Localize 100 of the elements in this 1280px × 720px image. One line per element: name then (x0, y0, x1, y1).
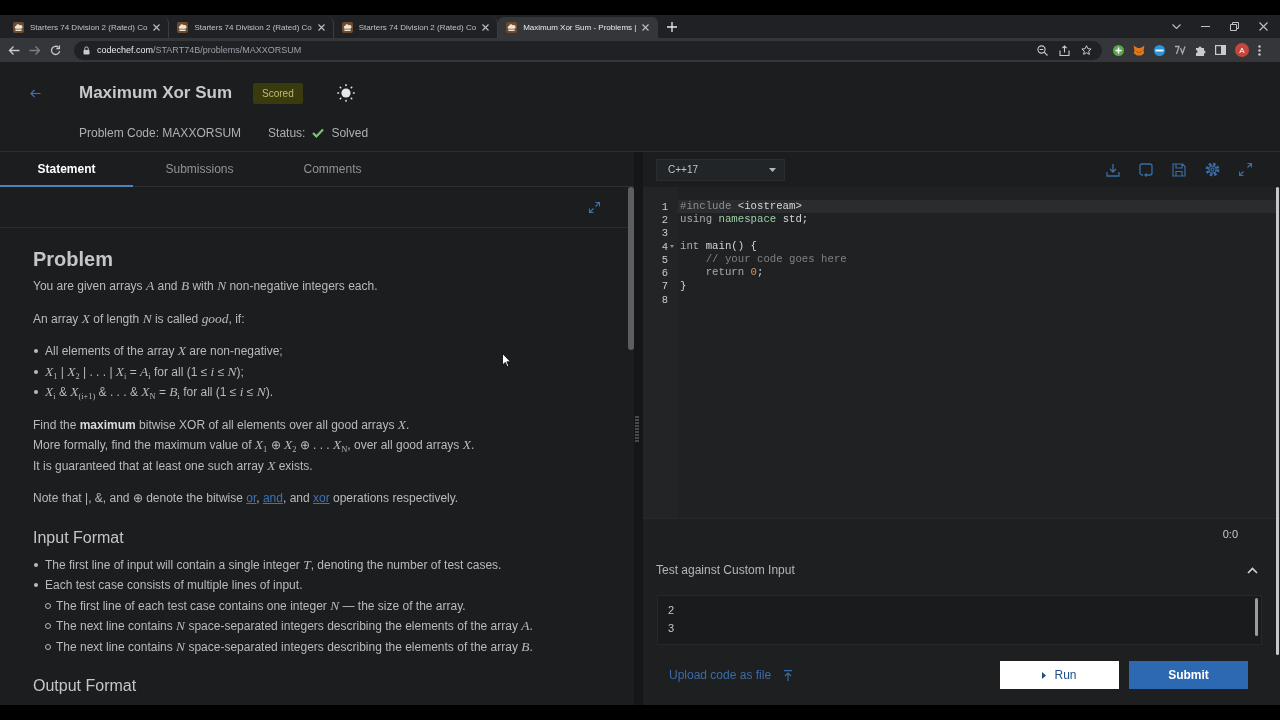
statement-line: It is guaranteed that at least one such array X exists. (33, 456, 314, 475)
list-item-text: The next line contains N space-separated integers describing the elements of the array B. (56, 637, 533, 656)
bullet-icon (34, 583, 38, 588)
problem-heading: Problem (33, 247, 115, 271)
extension-icon[interactable] (1113, 44, 1124, 56)
extension-icon[interactable] (1174, 45, 1186, 55)
browser-tab[interactable]: Maximum Xor Sum - Problems | (498, 17, 659, 38)
code-line: int main() { (679, 239, 758, 254)
status-value: Solved (331, 126, 369, 140)
zoom-icon[interactable] (1037, 44, 1048, 56)
statement-line: More formally, find the maximum value of X$_{1}$ ⊕ X$_{2}$ ⊕ . . . X$_{N}$, over all good arrays X. (33, 436, 476, 456)
puzzle-icon[interactable] (1195, 44, 1206, 56)
code-line: } (679, 279, 688, 294)
list-item-text: X$_{1}$ | X$_{2}$ | . . . | X$_{i}$ = A$_{i}$ for all (1 ≤ i ≤ N); (45, 362, 244, 382)
fullscreen-icon[interactable] (1239, 163, 1252, 176)
problem-title: Maximum Xor Sum (79, 83, 233, 103)
list-item-text: All elements of the array X are non-negative; (45, 342, 283, 360)
line-number: 3 (661, 227, 668, 240)
line-number: 5 (661, 253, 668, 266)
more-icon[interactable] (1258, 44, 1261, 56)
settings-icon[interactable] (1205, 162, 1220, 177)
tab[interactable]: Submissions (133, 152, 266, 187)
plus-icon[interactable] (667, 22, 678, 32)
line-number: 2 (661, 213, 668, 226)
link[interactable]: or (246, 491, 257, 505)
link[interactable]: and (262, 491, 283, 505)
forward-icon[interactable] (29, 44, 41, 56)
run-button[interactable]: Run (1000, 661, 1119, 689)
problem-code: Problem Code: MAXXORSUM (79, 126, 242, 140)
language-dropdown[interactable]: C++17 (656, 158, 785, 181)
close-icon[interactable] (153, 24, 161, 31)
chevron-icon[interactable] (1247, 566, 1258, 574)
submit-button[interactable]: Submit (1129, 661, 1248, 689)
list-item-text: The first line of each test case contains one integer N — the size of the array. (56, 596, 466, 615)
scrollbar-thumb[interactable] (1255, 598, 1258, 636)
section-heading: Output Format (33, 676, 138, 696)
sidebar-icon[interactable] (1215, 45, 1226, 55)
mouse-cursor-icon (502, 353, 511, 367)
lock-icon (83, 45, 90, 55)
scored-badge: Scored (253, 82, 303, 104)
tab[interactable]: Statement (0, 152, 133, 187)
close-icon[interactable] (317, 24, 325, 31)
line-number: 1 (661, 200, 668, 213)
paragraph: You are given arrays A and B with N non-negative integers each. (33, 277, 379, 295)
star-icon[interactable] (1081, 44, 1092, 56)
upload-icon[interactable] (783, 669, 794, 681)
play-icon (1042, 671, 1047, 679)
address-bar[interactable]: codechef.com/START74B/problems/MAXXORSUM (74, 40, 1102, 60)
fox-icon[interactable] (1133, 44, 1145, 56)
link[interactable]: xor (313, 491, 330, 505)
caret-icon (769, 167, 776, 172)
bullet-icon (34, 562, 38, 567)
share-icon[interactable] (1059, 44, 1070, 56)
code-line: // your code goes here (704, 253, 848, 267)
code-line: using namespace std; (679, 213, 810, 227)
back-icon[interactable] (8, 44, 20, 56)
paragraph: An array X of length N is called good, if: (33, 309, 246, 328)
url-text: codechef.com/START74B/problems/MAXXORSUM (97, 45, 302, 55)
line-number: 8 (661, 293, 668, 306)
scrollbar-thumb[interactable] (628, 187, 634, 350)
profile-avatar[interactable]: A (1235, 43, 1249, 57)
favicon-icon (341, 22, 353, 33)
code-line: return 0; (704, 266, 765, 280)
favicon-icon (13, 22, 24, 33)
save-icon[interactable] (1172, 162, 1186, 177)
caret-icon[interactable] (1172, 24, 1181, 29)
download-icon[interactable] (1106, 162, 1120, 177)
back-arrow-icon[interactable] (30, 88, 41, 98)
bullet-icon (34, 390, 38, 395)
resize-handle[interactable] (635, 415, 639, 442)
line-number: 4 (661, 240, 668, 253)
list-item-text: The next line contains N space-separated integers describing the elements of the array A. (56, 617, 533, 635)
favicon-icon (177, 22, 189, 33)
bullet-icon (34, 349, 38, 354)
custom-input-field[interactable]: 2 3 (657, 595, 1262, 645)
sun-icon[interactable] (336, 84, 355, 102)
tab[interactable]: Comments (266, 152, 399, 187)
favicon-icon (506, 22, 518, 33)
close-icon[interactable] (1259, 22, 1268, 31)
extension-icon[interactable] (1154, 44, 1165, 56)
custom-input-title: Test against Custom Input (656, 563, 795, 577)
list-item-text: X$_{i}$ & X$_{(i+1)}$ & . . . & X$_{N}$ = B$_{i}$ for all (1 ≤ i ≤ N). (45, 383, 274, 403)
close-icon[interactable] (642, 24, 650, 31)
list-item-text: The first line of input will contain a single integer T, denoting the number of test cases. (45, 555, 502, 574)
close-icon[interactable] (482, 24, 490, 31)
box-arrow-icon[interactable] (1139, 162, 1153, 177)
expand-icon[interactable] (589, 201, 600, 213)
reload-icon[interactable] (50, 44, 61, 56)
fold-icon[interactable] (670, 245, 674, 249)
statement-line: Find the maximum bitwise XOR of all elements over all good arrays X. (33, 415, 411, 434)
cursor-position: 0:0 (1222, 527, 1238, 540)
section-heading: Input Format (33, 527, 125, 548)
note-text: Note that |, &, and ⊕ denote the bitwise or, and, and xor operations respectively. (33, 490, 460, 507)
scrollbar-thumb[interactable] (1276, 187, 1279, 655)
status-label: Status: (268, 126, 306, 140)
bullet-icon (34, 369, 38, 374)
check-icon (312, 128, 325, 138)
list-item-text: Each test case consists of multiple lines of input. (45, 577, 303, 594)
restore-icon[interactable] (1230, 22, 1239, 31)
line-number: 6 (661, 267, 668, 280)
